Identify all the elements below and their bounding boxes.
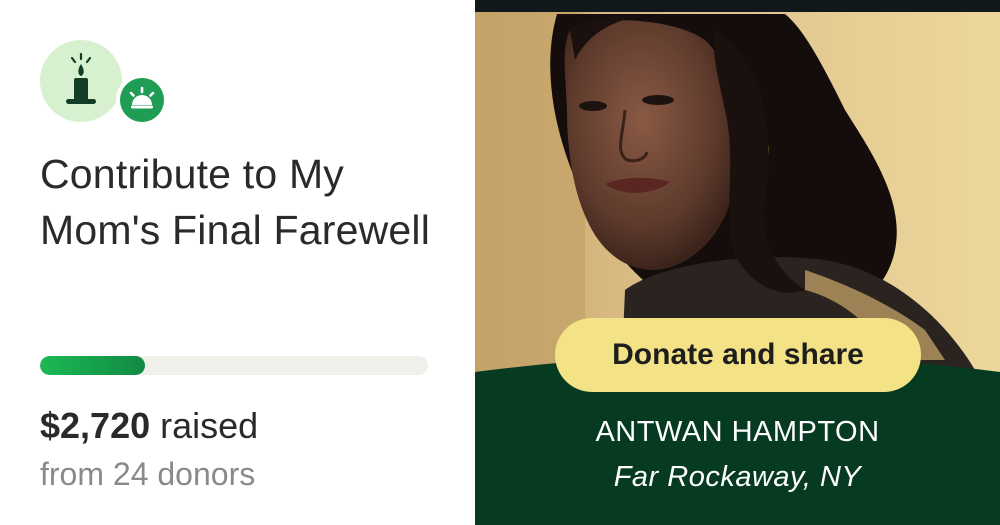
campaign-photo-panel: Donate and share ANTWAN HAMPTON Far Rock… [475,0,1000,525]
organizer-name: ANTWAN HAMPTON [595,416,880,448]
progress-fill [40,356,145,375]
organizer-location: Far Rockaway, NY [613,461,862,493]
progress-bar [40,356,428,375]
donor-count: from 24 donors [40,456,256,492]
fundraiser-card: Contribute to My Mom's Final Farewell $2… [0,0,1000,525]
badge [116,74,168,126]
raised-label: raised [160,405,259,446]
donate-and-share-button[interactable]: Donate and share [555,318,921,392]
campaign-summary: Contribute to My Mom's Final Farewell $2… [0,0,475,525]
campaign-title[interactable]: Contribute to My Mom's Final Farewell [40,146,450,258]
candle-icon [40,40,122,122]
sunrise-icon [120,78,164,122]
raised-amount: $2,720 raised [40,405,258,447]
amount-value: $2,720 [40,405,151,446]
